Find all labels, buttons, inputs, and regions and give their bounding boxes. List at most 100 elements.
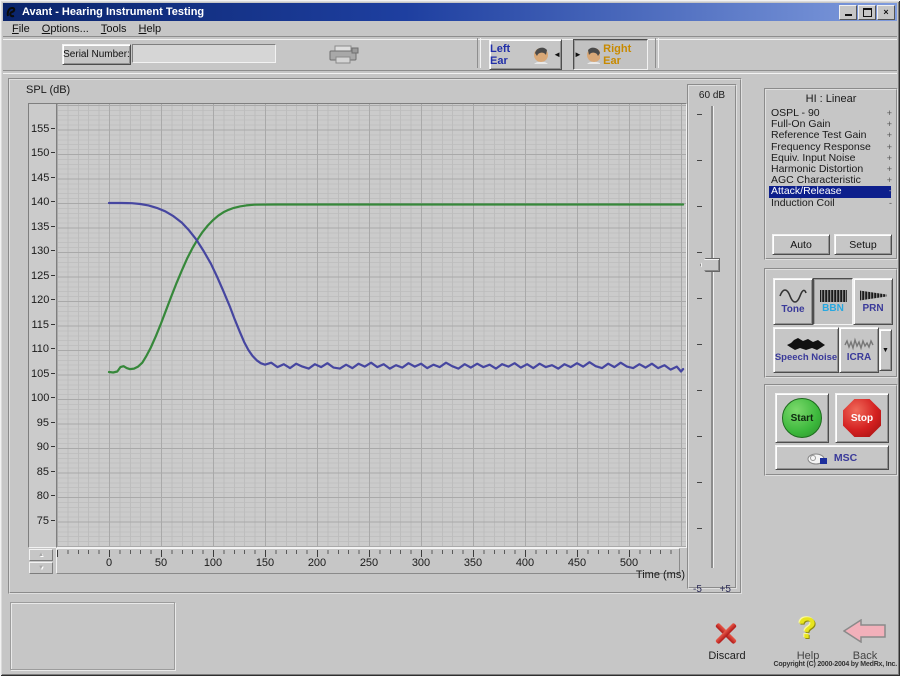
- tone-label: Tone: [781, 305, 804, 315]
- bbn-button[interactable]: BBN: [813, 278, 853, 325]
- y-scale-spinner: ▲ ▼: [29, 549, 51, 575]
- right-ear-head-icon: [585, 46, 600, 64]
- expand-marker-icon[interactable]: +: [887, 164, 892, 175]
- y-tick-label: 75: [31, 515, 55, 527]
- y-tick-label: 115: [31, 319, 55, 331]
- right-ear-arrow-icon: ►: [574, 50, 582, 59]
- right-ear-button[interactable]: ► Right Ear: [573, 39, 648, 70]
- left-ear-button[interactable]: Left Ear ◄: [489, 39, 562, 70]
- hi-test-menu-panel: HI : Linear OSPL - 90+Full-On Gain+Refer…: [764, 88, 898, 260]
- x-tick-label: 250: [357, 557, 381, 569]
- hi-test-item-induction-coil[interactable]: Induction Coil -: [769, 198, 891, 209]
- x-tick-label: 350: [461, 557, 485, 569]
- start-label: Start: [791, 413, 814, 424]
- speech-noise-label: Speech Noise: [775, 353, 837, 363]
- y-tick-label: 150: [31, 147, 55, 159]
- slider-thumb[interactable]: [700, 258, 720, 272]
- x-tick-label: 100: [201, 557, 225, 569]
- scroll-up-button[interactable]: ▲: [29, 549, 53, 561]
- sine-wave-icon: [779, 288, 807, 303]
- menu-item-tools[interactable]: Tools: [96, 22, 134, 36]
- x-axis-title: Time (ms): [440, 569, 685, 581]
- window-title: Avant - Hearing Instrument Testing: [22, 6, 838, 18]
- y-axis-title: SPL (dB): [26, 84, 70, 96]
- speech-noise-button[interactable]: Speech Noise: [773, 327, 839, 373]
- serial-number-input[interactable]: [132, 44, 276, 63]
- toolbar-bottom-separator: [3, 70, 897, 74]
- expand-marker-icon[interactable]: +: [887, 153, 892, 164]
- expand-marker-icon[interactable]: +: [887, 108, 892, 119]
- expand-marker-icon[interactable]: +: [889, 186, 894, 197]
- msc-button[interactable]: MSC: [775, 445, 889, 470]
- hi-test-item-label: Attack/Release: [771, 185, 842, 197]
- setup-button[interactable]: Setup: [834, 234, 892, 255]
- help-icon[interactable]: ?: [798, 612, 816, 646]
- x-tick-label: 200: [305, 557, 329, 569]
- hi-test-item-label: Frequency Response: [771, 141, 871, 153]
- app-window: Avant - Hearing Instrument Testing × Fil…: [0, 0, 900, 676]
- more-stimuli-dropdown[interactable]: ▼: [879, 329, 892, 371]
- prn-button[interactable]: PRN: [853, 278, 893, 325]
- back-arrow-icon[interactable]: [843, 619, 887, 643]
- y-tick-label: 155: [31, 123, 55, 135]
- slider-track[interactable]: [711, 106, 713, 568]
- close-button[interactable]: ×: [877, 5, 895, 20]
- hi-test-item-label: Reference Test Gain: [771, 129, 867, 141]
- y-tick-label: 80: [31, 490, 55, 502]
- left-ear-arrow-icon: ◄: [553, 50, 561, 59]
- chart-panel: SPL (dB) 1551501451401351301251201151101…: [8, 78, 742, 594]
- expand-marker-icon[interactable]: +: [887, 130, 892, 141]
- printer-icon[interactable]: [328, 45, 360, 65]
- auto-button[interactable]: Auto: [772, 234, 830, 255]
- x-tick-label: 400: [513, 557, 537, 569]
- icra-button[interactable]: ICRA: [839, 327, 879, 373]
- expand-marker-icon[interactable]: +: [887, 175, 892, 186]
- hi-test-item-label: Harmonic Distortion: [771, 163, 863, 175]
- hi-test-item-label: AGC Characteristic: [771, 174, 861, 186]
- expand-marker-icon[interactable]: +: [887, 142, 892, 153]
- discard-icon[interactable]: [712, 620, 740, 646]
- msc-icon: [807, 451, 829, 465]
- toolbar: Serial Number: Left Ear ◄ ► Rig: [3, 38, 897, 70]
- hi-test-item-label: Equiv. Input Noise: [771, 152, 855, 164]
- menu-item-options[interactable]: Options...: [37, 22, 96, 36]
- scroll-down-button[interactable]: ▼: [29, 562, 53, 574]
- curves-layer: [57, 104, 686, 547]
- message-box: [10, 602, 175, 670]
- copyright-text: Copyright (C) 2000-2004 by MedRx, Inc.: [640, 661, 897, 668]
- serial-number-button[interactable]: Serial Number:: [62, 44, 131, 65]
- toolbar-separator: [477, 38, 481, 68]
- slider-min-label[interactable]: -5: [693, 584, 702, 595]
- x-tick-label: 450: [565, 557, 589, 569]
- y-tick-label: 85: [31, 466, 55, 478]
- attack-release-plot[interactable]: [56, 103, 687, 548]
- expand-marker-icon[interactable]: +: [887, 119, 892, 130]
- x-tick-label: 50: [149, 557, 173, 569]
- minimize-button[interactable]: [839, 5, 857, 20]
- slider-max-label[interactable]: +5: [720, 584, 731, 595]
- menu-item-help[interactable]: Help: [134, 22, 169, 36]
- y-tick-label: 95: [31, 417, 55, 429]
- y-tick-label: 130: [31, 245, 55, 257]
- y-tick-label: 135: [31, 221, 55, 233]
- hi-test-item-label: Induction Coil: [771, 197, 835, 209]
- menu-item-file[interactable]: File: [7, 22, 37, 36]
- release-curve: [109, 203, 683, 372]
- toolbar-separator-2: [655, 38, 659, 68]
- stop-button[interactable]: Stop: [835, 393, 889, 443]
- tone-button[interactable]: Tone: [773, 278, 813, 325]
- minimize-icon: [845, 14, 852, 16]
- expand-marker-icon[interactable]: -: [889, 198, 892, 209]
- level-slider-panel: 60 dB -5 +5: [687, 84, 737, 589]
- y-tick-label: 125: [31, 270, 55, 282]
- y-tick-label: 145: [31, 172, 55, 184]
- slider-level-label: 60 dB: [689, 90, 735, 101]
- restore-button[interactable]: [858, 5, 876, 20]
- run-panel: Start Stop MSC: [764, 384, 898, 476]
- icra-noise-icon: [844, 337, 874, 351]
- start-button[interactable]: Start: [775, 393, 829, 443]
- left-ear-label: Left Ear: [490, 43, 530, 67]
- start-icon: Start: [782, 398, 822, 438]
- menu-bar: FileOptions...ToolsHelp: [3, 21, 897, 36]
- hi-test-item-label: OSPL - 90: [771, 107, 820, 119]
